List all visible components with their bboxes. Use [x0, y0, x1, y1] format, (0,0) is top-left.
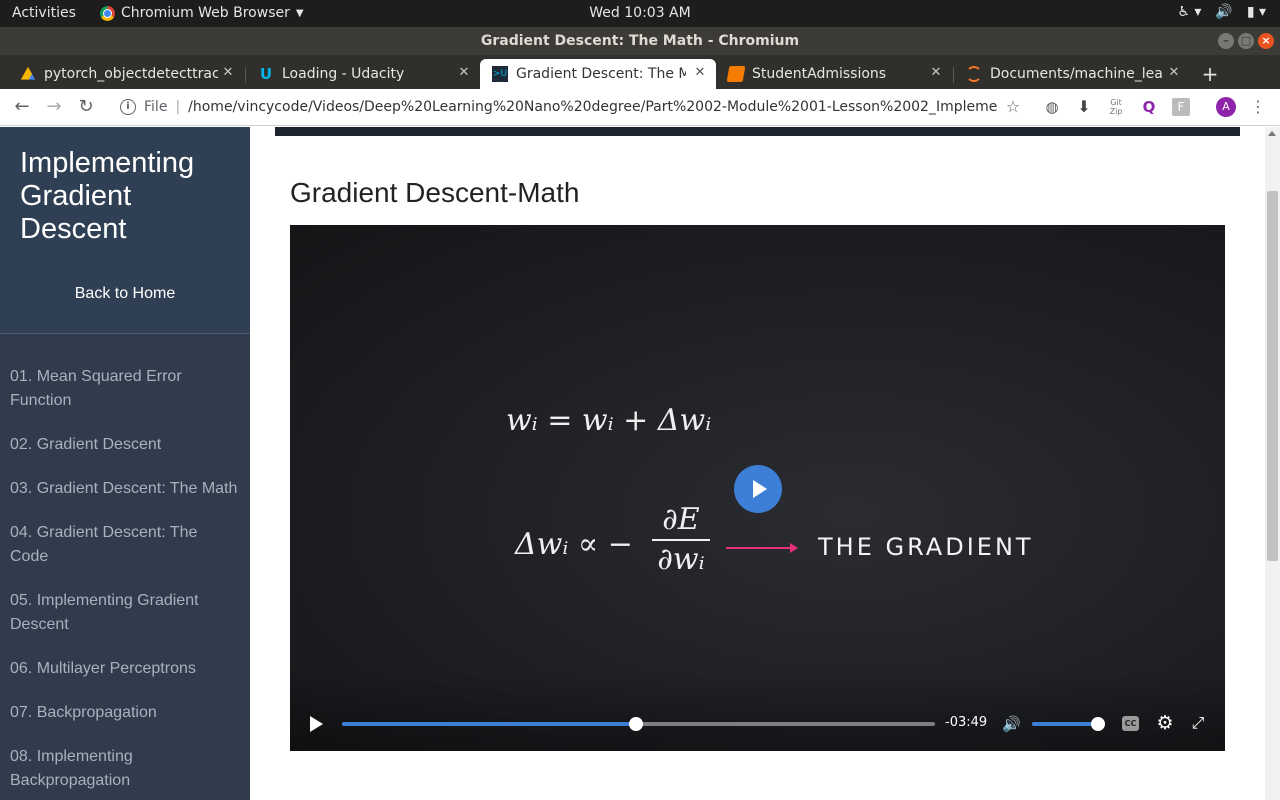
concept-list: 01. Mean Squared Error Function 02. Grad…: [0, 365, 250, 800]
progress-bar[interactable]: [342, 717, 935, 731]
progress-fill: [342, 722, 636, 726]
address-bar[interactable]: i File | /home/vincycode/Videos/Deep%20L…: [110, 93, 1030, 121]
gradient-label: THE GRADIENT: [818, 533, 1034, 561]
progress-handle[interactable]: [628, 717, 643, 731]
search-extension-icon[interactable]: Q: [1140, 98, 1158, 116]
system-top-bar: Activities Chromium Web Browser ▼ Wed 10…: [0, 0, 1280, 27]
close-tab-icon[interactable]: ✕: [692, 65, 708, 81]
bookmark-star-icon[interactable]: ☆: [1004, 98, 1022, 116]
concept-item[interactable]: 02. Gradient Descent: [0, 433, 250, 457]
forward-icon[interactable]: →: [43, 96, 65, 118]
lesson-sidebar: Implementing Gradient Descent Back to Ho…: [0, 127, 250, 800]
tab-udacity-loading[interactable]: U Loading - Udacity ✕: [246, 59, 480, 89]
reload-icon[interactable]: ↻: [75, 96, 97, 118]
tab-gradient-descent[interactable]: >U Gradient Descent: The Ma ✕: [480, 59, 716, 89]
big-play-button[interactable]: [734, 465, 782, 513]
fraction-numerator: ∂E: [662, 502, 700, 537]
tab-student-admissions[interactable]: StudentAdmissions ✕: [716, 59, 952, 89]
activities-button[interactable]: Activities: [12, 5, 76, 21]
fraction-denominator: ∂wᵢ: [657, 542, 705, 577]
battery-icon[interactable]: ▮ ▾: [1247, 4, 1266, 20]
extension-globe-icon[interactable]: ◍: [1043, 98, 1061, 116]
window-title-bar: Gradient Descent: The Math - Chromium – …: [0, 27, 1280, 55]
udacity-terminal-icon: >U: [492, 66, 508, 82]
close-tab-icon[interactable]: ✕: [928, 65, 944, 81]
time-remaining: -03:49: [945, 715, 988, 730]
settings-gear-icon[interactable]: ⚙: [1155, 713, 1175, 733]
menu-kebab-icon[interactable]: ⋮: [1249, 98, 1267, 116]
concept-title: Gradient Descent-Math: [290, 177, 580, 208]
arrow-icon: [726, 543, 798, 553]
minimize-window-icon[interactable]: –: [1218, 33, 1234, 49]
delta-weight-equation: Δwᵢ ∝ −: [515, 527, 633, 562]
url-scheme: File: [144, 99, 168, 115]
close-tab-icon[interactable]: ✕: [456, 65, 472, 81]
tab-strip: pytorch_objectdetecttrac ✕ U Loading - U…: [0, 55, 1280, 89]
maximize-window-icon[interactable]: □: [1238, 33, 1254, 49]
concept-item[interactable]: 06. Multilayer Perceptrons: [0, 657, 250, 681]
chevron-down-icon: ▼: [295, 7, 304, 19]
browser-toolbar: ← → ↻ i File | /home/vincycode/Videos/De…: [0, 89, 1280, 126]
notebook-icon: [726, 66, 746, 82]
concept-item[interactable]: 08. Implementing Backpropagation: [0, 745, 250, 793]
close-tab-icon[interactable]: ✕: [1166, 65, 1182, 81]
captions-button[interactable]: CC: [1122, 716, 1139, 731]
volume-handle[interactable]: [1091, 717, 1105, 731]
page-scrollbar[interactable]: [1265, 127, 1280, 800]
tab-pytorch[interactable]: pytorch_objectdetecttrac ✕: [8, 59, 244, 89]
profile-avatar[interactable]: A: [1216, 97, 1236, 117]
lesson-title: Implementing Gradient Descent: [20, 147, 195, 245]
app-menu-label: Chromium Web Browser: [121, 5, 290, 21]
tab-jupyter-documents[interactable]: Documents/machine_lea ✕: [954, 59, 1190, 89]
f-extension-icon[interactable]: F: [1172, 98, 1190, 116]
volume-slider[interactable]: [1032, 717, 1105, 731]
url-text[interactable]: /home/vincycode/Videos/Deep%20Learning%2…: [188, 99, 998, 115]
back-to-home-link[interactable]: Back to Home: [0, 285, 250, 303]
jupyter-icon: [966, 66, 982, 82]
partial-derivative-fraction: ∂E ∂wᵢ: [652, 503, 710, 577]
concept-item[interactable]: 07. Backpropagation: [0, 701, 250, 725]
system-tray[interactable]: ♿ ▾ 🔊 ▮ ▾: [1177, 4, 1266, 20]
video-player[interactable]: wᵢ = wᵢ + Δwᵢ Δwᵢ ∝ − ∂E ∂wᵢ THE GRADIEN…: [290, 225, 1225, 751]
previous-content-edge: [275, 127, 1240, 136]
scroll-up-arrow-icon[interactable]: [1268, 131, 1276, 136]
info-icon[interactable]: i: [120, 99, 136, 115]
scrollbar-thumb[interactable]: [1267, 191, 1278, 561]
window-title: Gradient Descent: The Math - Chromium: [480, 33, 800, 49]
accessibility-icon[interactable]: ♿ ▾: [1177, 4, 1201, 20]
gitzip-icon[interactable]: Git Zip: [1107, 98, 1125, 116]
concept-item[interactable]: 05. Implementing Gradient Descent: [0, 589, 250, 637]
volume-fill: [1032, 722, 1098, 726]
weight-update-equation: wᵢ = wᵢ + Δwᵢ: [506, 403, 712, 438]
sidebar-header: Implementing Gradient Descent Back to Ho…: [0, 127, 250, 334]
concept-item[interactable]: 01. Mean Squared Error Function: [0, 365, 250, 413]
app-menu[interactable]: Chromium Web Browser ▼: [100, 5, 304, 21]
back-icon[interactable]: ←: [11, 96, 33, 118]
google-drive-icon: [20, 66, 36, 80]
volume-icon[interactable]: 🔊: [1215, 4, 1232, 20]
volume-icon[interactable]: 🔊: [1002, 715, 1022, 733]
play-button[interactable]: [308, 715, 324, 733]
new-tab-button[interactable]: +: [1198, 63, 1222, 87]
chromium-icon: [100, 5, 115, 21]
fullscreen-icon[interactable]: ⤢: [1189, 714, 1207, 732]
udacity-icon: U: [259, 65, 273, 83]
close-tab-icon[interactable]: ✕: [220, 65, 236, 81]
download-icon[interactable]: ⬇: [1075, 98, 1093, 116]
concept-item[interactable]: 04. Gradient Descent: The Code: [0, 521, 250, 569]
page-content: Implementing Gradient Descent Back to Ho…: [0, 127, 1280, 800]
concept-item[interactable]: 03. Gradient Descent: The Math: [0, 477, 250, 501]
close-window-icon[interactable]: ×: [1258, 33, 1274, 49]
